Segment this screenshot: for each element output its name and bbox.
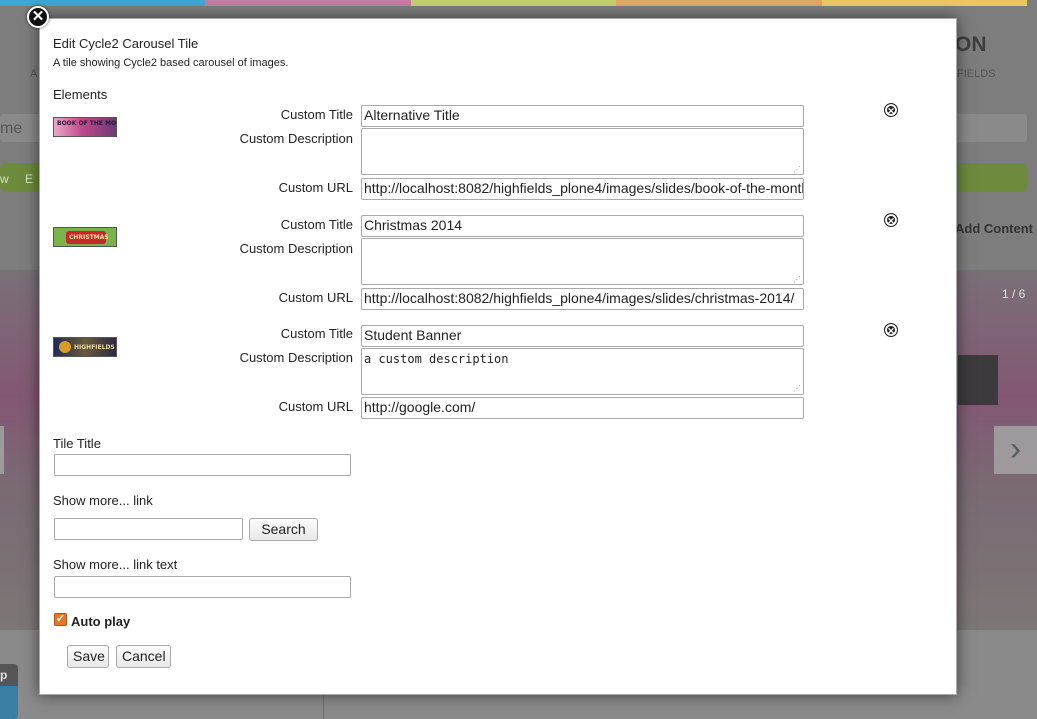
custom-title-input[interactable]: Christmas 2014: [361, 215, 804, 237]
site-tagline-fragment: A: [30, 68, 38, 80]
custom-title-input[interactable]: Alternative Title: [361, 105, 804, 127]
autoplay-label: Auto play: [71, 614, 131, 629]
tile-title-label: Tile Title: [53, 436, 101, 451]
custom-url-input[interactable]: http://google.com/: [361, 397, 804, 419]
custom-description-label: Custom Description: [239, 241, 353, 256]
custom-url-input[interactable]: http://localhost:8082/highfields_plone4/…: [361, 178, 804, 200]
tile-title-input[interactable]: [54, 454, 351, 476]
edit-tile-dialog: Edit Cycle2 Carousel Tile A tile showing…: [39, 18, 957, 695]
cancel-button[interactable]: Cancel: [116, 645, 171, 668]
custom-description-input[interactable]: [361, 238, 804, 285]
thumbnail-caption: BOOK OF THE MONTH: [57, 120, 117, 127]
close-dialog-icon[interactable]: ✕: [27, 6, 49, 28]
add-content-menu: Add Content: [955, 221, 1033, 236]
thumbnail-caption: HIGHFIELDS: [74, 344, 115, 351]
custom-url-label: Custom URL: [278, 399, 353, 414]
custom-description-label: Custom Description: [239, 131, 353, 146]
save-button[interactable]: Save: [67, 645, 109, 668]
color-stripe: [0, 0, 1028, 6]
show-more-link-label: Show more... link: [53, 493, 153, 508]
custom-title-label: Custom Title: [280, 326, 353, 341]
search-button[interactable]: Search: [249, 518, 318, 541]
carousel-prev-button: [0, 426, 4, 474]
nav-item-fragment: E: [25, 172, 34, 186]
dialog-title: Edit Cycle2 Carousel Tile: [53, 36, 199, 51]
remove-element-icon[interactable]: ✕: [884, 103, 898, 117]
element-thumbnail: HIGHFIELDS: [53, 337, 117, 357]
custom-url-label: Custom URL: [278, 290, 353, 305]
thumbnail-caption: CHRISTMAS: [69, 234, 109, 241]
custom-description-input[interactable]: [361, 128, 804, 175]
background-slide-object: [958, 355, 998, 405]
custom-description-label: Custom Description: [239, 350, 353, 365]
dialog-description: A tile showing Cycle2 based carousel of …: [53, 57, 289, 69]
custom-title-label: Custom Title: [280, 107, 353, 122]
custom-description-input[interactable]: a custom description: [361, 348, 804, 395]
remove-element-icon[interactable]: ✕: [884, 323, 898, 337]
site-brand-subtitle: FIELDS: [957, 68, 996, 80]
resize-grip-icon[interactable]: ⋰: [793, 166, 801, 174]
footer-tab: p: [0, 664, 18, 686]
custom-url-label: Custom URL: [278, 180, 353, 195]
remove-element-icon[interactable]: ✕: [884, 213, 898, 227]
show-more-text-label: Show more... link text: [53, 557, 178, 572]
nav-item-fragment: w: [0, 172, 9, 186]
carousel-next-icon: ›: [994, 426, 1037, 474]
site-brand: ON: [955, 33, 987, 56]
carousel-counter: 1 / 6: [1002, 287, 1026, 301]
show-more-link-input[interactable]: [54, 518, 243, 540]
element-thumbnail: CHRISTMAS: [53, 227, 117, 247]
autoplay-checkbox[interactable]: ✓: [54, 613, 67, 626]
resize-grip-icon[interactable]: ⋰: [793, 276, 801, 284]
footer-tab-accent: [0, 686, 18, 719]
background-search-text: me: [0, 120, 23, 137]
resize-grip-icon[interactable]: ⋰: [793, 385, 801, 393]
element-thumbnail: BOOK OF THE MONTH: [53, 117, 117, 137]
show-more-text-input[interactable]: [54, 576, 351, 598]
custom-url-input[interactable]: http://localhost:8082/highfields_plone4/…: [361, 288, 804, 310]
elements-heading: Elements: [53, 87, 108, 102]
custom-title-input[interactable]: Student Banner: [361, 325, 804, 347]
custom-title-label: Custom Title: [280, 217, 353, 232]
